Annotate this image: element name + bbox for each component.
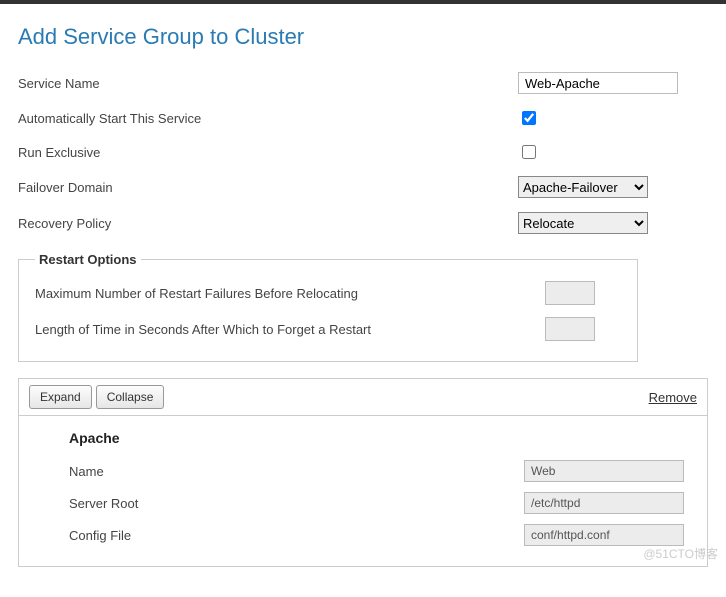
expand-button[interactable]: Expand [29, 385, 92, 409]
remove-link[interactable]: Remove [649, 390, 697, 405]
auto-start-checkbox[interactable] [522, 111, 536, 125]
resource-name-input[interactable] [524, 460, 684, 482]
server-root-input[interactable] [524, 492, 684, 514]
run-exclusive-checkbox[interactable] [522, 145, 536, 159]
row-recovery-policy: Recovery Policy Relocate [18, 212, 708, 234]
row-max-failures: Maximum Number of Restart Failures Befor… [35, 281, 621, 305]
restart-options-legend: Restart Options [35, 252, 141, 267]
row-service-name: Service Name [18, 72, 708, 94]
row-auto-start: Automatically Start This Service [18, 108, 708, 128]
service-name-label: Service Name [18, 76, 518, 91]
max-failures-input[interactable] [545, 281, 595, 305]
row-run-exclusive: Run Exclusive [18, 142, 708, 162]
auto-start-label: Automatically Start This Service [18, 111, 518, 126]
failover-domain-select[interactable]: Apache-Failover [518, 176, 648, 198]
config-file-input[interactable] [524, 524, 684, 546]
resource-toolbar: Expand Collapse Remove [18, 378, 708, 416]
resource-name-label: Name [69, 464, 524, 479]
watermark: @51CTO博客 [643, 545, 718, 562]
service-name-input[interactable] [518, 72, 678, 94]
config-file-label: Config File [69, 528, 524, 543]
failover-domain-label: Failover Domain [18, 180, 518, 195]
forget-time-label: Length of Time in Seconds After Which to… [35, 322, 545, 337]
row-resource-name: Name [69, 460, 707, 482]
collapse-button[interactable]: Collapse [96, 385, 165, 409]
resource-title: Apache [69, 430, 707, 446]
row-failover-domain: Failover Domain Apache-Failover [18, 176, 708, 198]
resource-body: Apache Name Server Root Config File [18, 416, 708, 567]
recovery-policy-select[interactable]: Relocate [518, 212, 648, 234]
run-exclusive-label: Run Exclusive [18, 145, 518, 160]
page-container: Add Service Group to Cluster Service Nam… [0, 4, 726, 597]
restart-options-fieldset: Restart Options Maximum Number of Restar… [18, 252, 638, 362]
server-root-label: Server Root [69, 496, 524, 511]
recovery-policy-label: Recovery Policy [18, 216, 518, 231]
row-server-root: Server Root [69, 492, 707, 514]
forget-time-input[interactable] [545, 317, 595, 341]
row-config-file: Config File [69, 524, 707, 546]
page-title: Add Service Group to Cluster [18, 24, 708, 50]
max-failures-label: Maximum Number of Restart Failures Befor… [35, 286, 545, 301]
row-forget-time: Length of Time in Seconds After Which to… [35, 317, 621, 341]
